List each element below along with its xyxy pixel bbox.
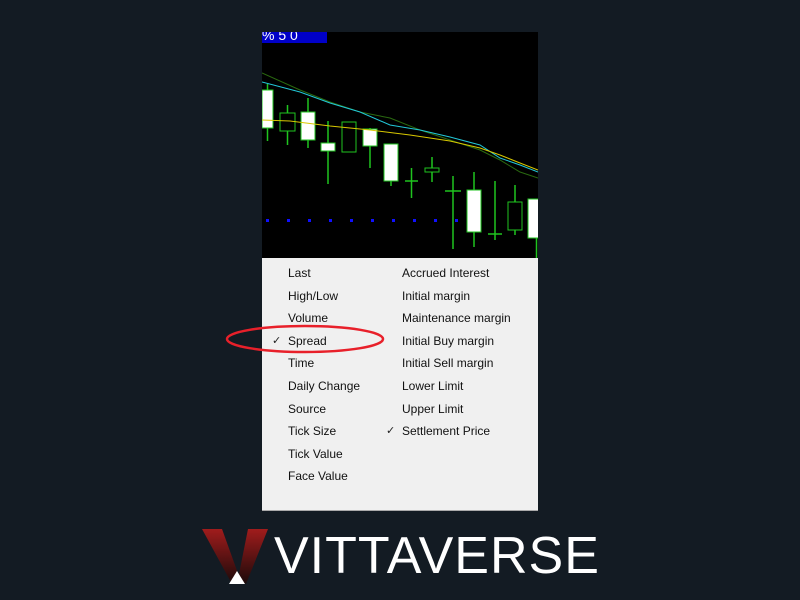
highlight-ellipse [225, 324, 385, 354]
brand-name: VITTAVERSE [274, 527, 600, 585]
